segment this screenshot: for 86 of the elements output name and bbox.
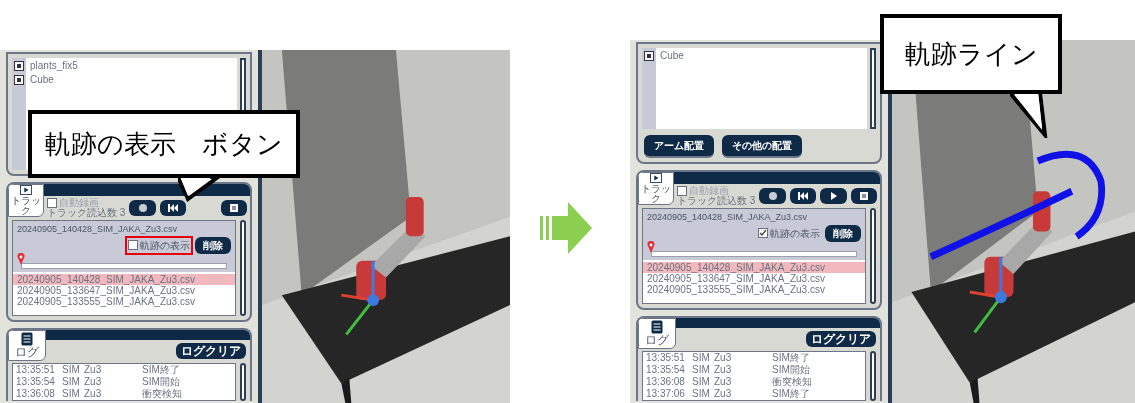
scrollbar[interactable] [240,363,246,401]
file-list-item[interactable]: 20240905_133647_SIM_JAKA_Zu3.csv [643,272,865,284]
log-device: Zu3 [714,388,733,400]
log-source: SIM [62,388,81,400]
log-source: SIM [62,376,81,388]
log-source: SIM [692,364,711,376]
file-name: 20240905_140428_SIM_JAKA_Zu3.csv [647,211,809,224]
checkbox[interactable] [758,228,768,238]
list-icon [651,320,663,334]
file-list-item[interactable]: 20240905_140428_SIM_JAKA_Zu3.csv [13,273,235,285]
trajectory-checkbox[interactable]: 軌跡の表示 [127,237,191,253]
log-time: 13:35:54 [16,376,56,388]
callout-tooltip: 軌跡ライン [880,14,1062,94]
log-device: Zu3 [714,364,733,376]
log-message: 衝突検知 [142,388,182,400]
place-button[interactable]: アーム配置 [644,135,714,158]
list-icon [228,203,239,213]
log-source: SIM [692,388,711,400]
log-time: 13:37:06 [646,388,686,400]
rewind-button[interactable] [159,200,187,216]
list-icon [21,332,33,346]
trajectory-checkbox[interactable]: 軌跡の表示 [757,225,821,241]
checkbox[interactable] [128,240,138,250]
checkbox[interactable] [47,198,57,208]
file-name: 20240905_140428_SIM_JAKA_Zu3.csv [17,223,179,236]
play-button[interactable] [820,188,847,204]
log-tab[interactable]: ログ [638,318,676,349]
right-arrow-drawing [540,200,592,256]
log-device: Zu3 [84,364,103,376]
scrollbar[interactable] [870,351,876,401]
checkbox-label: 軌跡の表示 [770,226,820,241]
log-message: 衝突検知 [772,376,812,388]
record-icon [137,203,148,213]
scrollbar[interactable] [870,48,876,129]
skip-back-icon [167,203,178,213]
log-time: 13:35:54 [646,364,686,376]
scrollbar[interactable] [240,220,246,316]
log-clear-button[interactable]: ログクリア [176,343,246,359]
play-icon [828,191,839,201]
log-message: SIM終了 [772,352,810,364]
load-count: トラック読込数 3 [677,196,756,206]
list-icon [858,191,869,201]
slider-track[interactable] [21,262,227,269]
place-button[interactable]: その他の配置 [722,135,802,158]
log-message: SIM終了 [142,364,180,376]
record-button[interactable] [129,200,156,216]
track-tab[interactable]: トラック [638,172,674,205]
file-list-item[interactable]: 20240905_133555_SIM_JAKA_Zu3.csv [643,283,865,295]
stop-button[interactable] [220,200,247,216]
log-time: 13:35:51 [16,364,56,376]
log-tab[interactable]: ログ [8,330,46,361]
log-time: 13:36:08 [646,376,686,388]
slider-track[interactable] [651,250,857,257]
skip-back-icon [797,191,808,201]
delete-button[interactable]: 削除 [825,224,861,242]
play-icon [649,173,663,183]
log-message: SIM開始 [772,364,810,376]
log-message: SIM終了 [772,388,810,400]
log-device: Zu3 [714,376,733,388]
log-time: 13:36:08 [16,388,56,400]
log-source: SIM [692,376,711,388]
delete-button[interactable]: 削除 [195,236,231,254]
log-source: SIM [692,352,711,364]
file-list-item[interactable]: 20240905_133647_SIM_JAKA_Zu3.csv [13,284,235,296]
track-tab[interactable]: トラック [8,184,44,217]
load-count: トラック読込数 3 [47,208,126,218]
object-name[interactable]: Cube [660,50,684,62]
rewind-button[interactable] [789,188,817,204]
log-device: Zu3 [84,376,103,388]
log-clear-button[interactable]: ログクリア [806,331,876,347]
stop-button[interactable] [850,188,877,204]
file-list-item[interactable]: 20240905_133555_SIM_JAKA_Zu3.csv [13,295,235,307]
play-icon [19,185,33,195]
log-time: 13:35:51 [646,352,686,364]
record-icon [767,191,778,201]
log-message: SIM開始 [142,376,180,388]
file-list-item[interactable]: 20240905_140428_SIM_JAKA_Zu3.csv [643,261,865,273]
log-source: SIM [62,364,81,376]
object-name[interactable]: plants_fix5 [30,60,78,72]
log-device: Zu3 [714,352,733,364]
record-button[interactable] [759,188,786,204]
checkbox-label: 軌跡の表示 [140,238,190,253]
object-name[interactable]: Cube [30,74,54,86]
checkbox[interactable] [677,186,687,196]
log-device: Zu3 [84,388,103,400]
scrollbar[interactable] [870,208,876,304]
